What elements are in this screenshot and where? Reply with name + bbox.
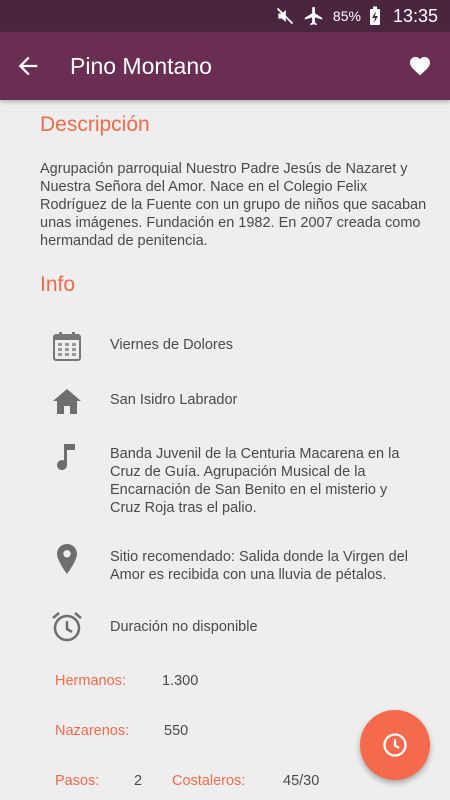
hermanos-label: Hermanos: (55, 673, 126, 689)
pasos-label: Pasos: (55, 773, 100, 789)
clock: 13:35 (392, 5, 438, 26)
mute-icon (275, 6, 295, 26)
location-pin-icon (50, 542, 84, 576)
nazarenos-value: 550 (164, 723, 189, 739)
info-date-text: Viernes de Dolores (110, 337, 234, 353)
music-note-icon (50, 440, 84, 474)
info-heading: Info (40, 273, 76, 296)
app-bar: Pino Montano (0, 32, 450, 100)
back-button[interactable] (14, 52, 42, 80)
costaleros-value: 45/30 (283, 773, 320, 789)
hermanos-value: 1.300 (162, 673, 199, 689)
calendar-icon (50, 330, 84, 364)
info-location-text: Sitio recomendado: Salida donde la Virge… (110, 549, 408, 583)
pasos-value: 2 (134, 773, 143, 789)
airplane-mode-icon (303, 5, 325, 27)
arrow-back-icon (18, 56, 38, 76)
battery-level: 85% (332, 8, 361, 24)
info-music-text: Banda Juvenil de la Centuria Macarena en… (110, 446, 400, 516)
info-duration-text: Duración no disponible (110, 619, 258, 635)
description-text: Agrupación parroquial Nuestro Padre Jesú… (40, 161, 427, 249)
battery-charging-icon (369, 6, 381, 26)
costaleros-label: Costaleros: (172, 773, 246, 789)
favorite-button[interactable] (408, 54, 432, 78)
alarm-clock-icon (50, 610, 84, 644)
heart-icon (410, 57, 430, 76)
info-church-text: San Isidro Labrador (110, 392, 238, 408)
nazarenos-label: Nazarenos: (55, 723, 130, 739)
description-heading: Descripción (40, 113, 150, 136)
schedule-fab-button[interactable] (360, 710, 430, 780)
home-icon (50, 385, 84, 419)
page-title: Pino Montano (70, 53, 212, 79)
status-icons: 85% 13:35 (275, 0, 438, 32)
status-bar: 85% 13:35 (0, 0, 450, 32)
clock-icon (383, 733, 407, 757)
